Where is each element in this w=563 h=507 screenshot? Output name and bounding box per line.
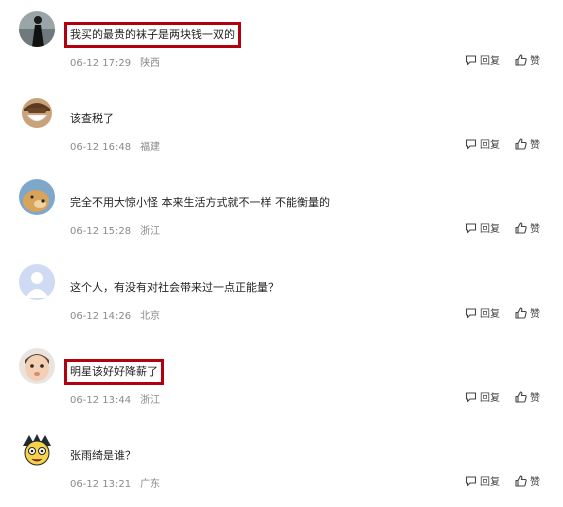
thumbs-up-icon — [515, 390, 527, 403]
comment-actions: 回复 赞 — [465, 220, 540, 235]
reply-label: 回复 — [480, 393, 500, 404]
reply-label: 回复 — [480, 140, 500, 151]
comment-actions: 回复 赞 — [465, 136, 540, 151]
comment-item: 我买的最贵的袜子是两块钱一双的 06-12 17:29 陕西 回复 赞 — [0, 0, 563, 84]
comment-meta: 06-12 15:28 浙江 — [70, 222, 160, 237]
like-label: 赞 — [530, 56, 540, 67]
comment-location: 浙江 — [140, 395, 161, 406]
comment-item: 这个人，有没有对社会带来过一点正能量？ 06-12 14:26 北京 回复 赞 — [0, 253, 563, 337]
comment-time: 06-12 13:21 — [70, 479, 132, 490]
reply-button[interactable]: 回复 — [465, 220, 500, 235]
comment-meta: 06-12 14:26 北京 — [70, 307, 160, 322]
like-button[interactable]: 赞 — [515, 52, 540, 67]
baby-avatar[interactable] — [19, 348, 55, 384]
comment-meta: 06-12 13:21 广东 — [70, 475, 160, 490]
comment-time: 06-12 16:48 — [70, 142, 132, 153]
dog-avatar[interactable] — [19, 179, 55, 215]
like-label: 赞 — [530, 224, 540, 235]
thumbs-up-icon — [515, 474, 527, 487]
comment-time: 06-12 17:29 — [70, 58, 132, 69]
chat-bubble-icon — [465, 475, 477, 486]
thumbs-up-icon — [515, 53, 527, 66]
default-user-avatar[interactable] — [19, 264, 55, 300]
comment-time: 06-12 14:26 — [70, 311, 132, 322]
reply-button[interactable]: 回复 — [465, 52, 500, 67]
thumbs-up-icon — [515, 137, 527, 150]
comment-item: 张雨绮是谁？ 06-12 13:21 广东 回复 赞 — [0, 421, 563, 505]
comment-actions: 回复 赞 — [465, 389, 540, 404]
comment-location: 浙江 — [140, 226, 161, 237]
comment-time: 06-12 15:28 — [70, 226, 132, 237]
like-label: 赞 — [530, 477, 540, 488]
comment-actions: 回复 赞 — [465, 305, 540, 320]
comment-location: 福建 — [140, 142, 161, 153]
comment-text: 我买的最贵的袜子是两块钱一双的 — [64, 22, 241, 48]
like-button[interactable]: 赞 — [515, 389, 540, 404]
chat-bubble-icon — [465, 54, 477, 65]
comment-meta: 06-12 13:44 浙江 — [70, 391, 160, 406]
comment-item: 该查税了 06-12 16:48 福建 回复 赞 — [0, 84, 563, 168]
comment-meta: 06-12 17:29 陕西 — [70, 54, 160, 69]
comment-time: 06-12 13:44 — [70, 395, 132, 406]
like-button[interactable]: 赞 — [515, 136, 540, 151]
cartoon-boy-avatar[interactable] — [19, 432, 55, 468]
reply-label: 回复 — [480, 309, 500, 320]
like-button[interactable]: 赞 — [515, 220, 540, 235]
comment-text: 这个人，有没有对社会带来过一点正能量？ — [70, 281, 279, 294]
chat-bubble-icon — [465, 307, 477, 318]
like-button[interactable]: 赞 — [515, 473, 540, 488]
masked-face-avatar[interactable] — [19, 95, 55, 131]
chat-bubble-icon — [465, 391, 477, 402]
comment-text: 完全不用大惊小怪 本来生活方式就不一样 不能衡量的 — [70, 196, 330, 209]
comment-location: 广东 — [140, 479, 161, 490]
comment-location: 陕西 — [140, 58, 161, 69]
chat-bubble-icon — [465, 222, 477, 233]
thumbs-up-icon — [515, 306, 527, 319]
reply-label: 回复 — [480, 477, 500, 488]
chat-bubble-icon — [465, 138, 477, 149]
thumbs-up-icon — [515, 221, 527, 234]
comment-text: 张雨绮是谁？ — [70, 449, 136, 462]
comment-location: 北京 — [140, 311, 161, 322]
reply-label: 回复 — [480, 224, 500, 235]
comment-item: 明星该好好降薪了 06-12 13:44 浙江 回复 赞 — [0, 337, 563, 421]
reply-label: 回复 — [480, 56, 500, 67]
reply-button[interactable]: 回复 — [465, 305, 500, 320]
comment-actions: 回复 赞 — [465, 473, 540, 488]
like-label: 赞 — [530, 140, 540, 151]
comment-item: 完全不用大惊小怪 本来生活方式就不一样 不能衡量的 06-12 15:28 浙江 … — [0, 168, 563, 252]
dark-figure-avatar[interactable] — [19, 11, 55, 47]
comment-text: 明星该好好降薪了 — [64, 359, 164, 385]
like-button[interactable]: 赞 — [515, 305, 540, 320]
reply-button[interactable]: 回复 — [465, 389, 500, 404]
reply-button[interactable]: 回复 — [465, 136, 500, 151]
comment-text: 该查税了 — [70, 112, 114, 125]
comment-meta: 06-12 16:48 福建 — [70, 138, 160, 153]
comment-actions: 回复 赞 — [465, 52, 540, 67]
reply-button[interactable]: 回复 — [465, 473, 500, 488]
like-label: 赞 — [530, 309, 540, 320]
like-label: 赞 — [530, 393, 540, 404]
